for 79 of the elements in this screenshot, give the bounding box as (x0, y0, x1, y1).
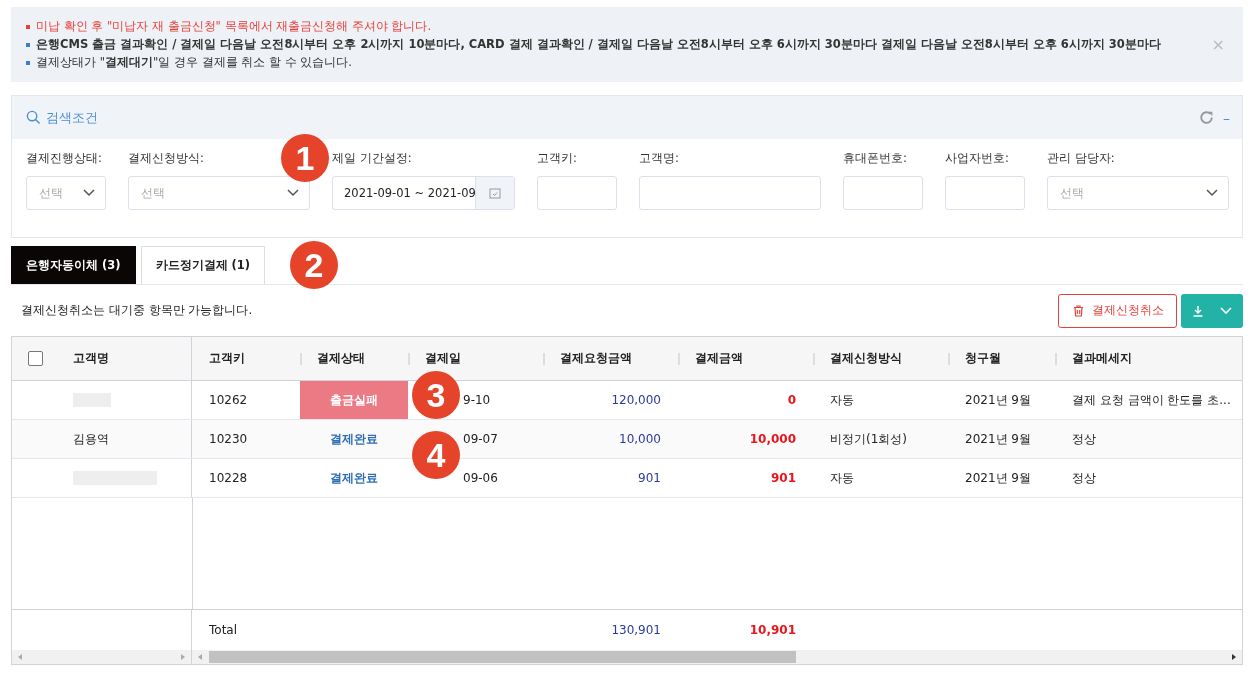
status-label: 출금실패 (300, 381, 408, 419)
table-cell: 120,000 (611, 393, 661, 407)
chevron-down-icon (1206, 189, 1218, 197)
arrow-left-icon[interactable] (197, 654, 203, 660)
callout-badge: 3 (412, 371, 460, 419)
input-field[interactable] (639, 176, 821, 210)
input-field[interactable] (843, 176, 923, 210)
field-label: 고객명: (639, 151, 680, 166)
input-field[interactable] (945, 176, 1025, 210)
column-header: 결제신청방식 (830, 350, 902, 367)
notice-text: 결제상태가 "결제대기"일 경우 결제를 취소 할 수 있습니다. (36, 55, 352, 70)
table-cell: 김용역 (73, 430, 109, 448)
table-cell: 2021년 9월 (965, 430, 1031, 448)
table-cell: 비정기(1회성) (830, 430, 907, 448)
select-field[interactable]: 선택 (128, 176, 310, 210)
trash-icon (1073, 304, 1084, 317)
cancel-button[interactable]: 결제신청취소 (1058, 293, 1177, 328)
field-label: 결제진행상태: (26, 151, 103, 166)
hint-text: 결제신청취소는 대기중 항목만 가능합니다. (21, 302, 253, 319)
chevron-down-icon (1220, 306, 1232, 315)
table-cell: 자동 (830, 391, 854, 409)
table-cell: 9-10 (463, 393, 491, 407)
table-cell: 09-06 (463, 471, 498, 485)
column-header: 고객명 (73, 350, 109, 367)
status-label: 결제완료 (329, 430, 379, 448)
chevron-down-icon (83, 189, 95, 197)
chevron-down-icon (287, 189, 299, 197)
select-field[interactable]: 선택 (26, 176, 106, 210)
column-header: 고객키 (209, 350, 245, 367)
close-button[interactable]: × (1211, 35, 1225, 54)
table-cell: 901 (770, 471, 796, 485)
arrow-right-icon[interactable] (1231, 654, 1237, 660)
table-cell: 901 (638, 471, 661, 485)
field-label: 사업자번호: (945, 151, 1010, 166)
table-cell: 결제 요청 금액이 한도를 초... (1072, 391, 1231, 409)
table-cell: 2021년 9월 (965, 469, 1031, 487)
search-icon (26, 110, 41, 125)
field-label: 제일 기간설정: (332, 151, 413, 166)
column-header: 청구월 (965, 350, 1001, 367)
notice-text: 은행CMS 출금 결과확인 / 결제일 다음날 오전8시부터 오후 2시까지 10분마다, CARD 결제 결과확인 / 결제일 다음날 오전8시부터 오후 6시까지 30분마다 결제일 다음날 오전8시부터 오후 6시까지 30분마다 (36, 37, 1161, 52)
column-header: 결제일 (425, 350, 461, 367)
table-cell: 10262 (209, 393, 248, 407)
field-label: 휴대폰번호: (843, 151, 908, 166)
table-cell: 10,000 (619, 432, 661, 446)
status-label: 결제완료 (329, 469, 379, 487)
tab[interactable]: 은행자동이체 (3) (11, 246, 136, 284)
callout-badge: 4 (412, 431, 460, 479)
table-cell: 2021년 9월 (965, 391, 1031, 409)
field-label: 고객키: (537, 151, 578, 166)
checkbox[interactable] (28, 351, 43, 366)
field-label: 관리 담당자: (1047, 151, 1116, 166)
column-header: 결제요청금액 (560, 350, 632, 367)
column-header: 결과메세지 (1072, 350, 1132, 367)
table-cell: 130,901 (611, 623, 661, 637)
table-cell: 10230 (209, 432, 248, 446)
refresh-icon[interactable] (1198, 109, 1215, 126)
tab[interactable]: 카드정기결제 (1) (140, 246, 266, 284)
collapse-button[interactable]: – (1223, 109, 1230, 126)
table-cell: 10228 (209, 471, 248, 485)
table-cell: 정상 (1072, 430, 1096, 448)
notice-text: 미납 확인 후 "미납자 재 출금신청" 목록에서 재출금신청해 주셔야 합니다. (36, 19, 432, 34)
column-header: 결제금액 (695, 350, 743, 367)
table-cell: 자동 (830, 469, 854, 487)
download-button[interactable] (1181, 293, 1243, 328)
arrow-left-icon[interactable] (17, 654, 23, 660)
total-label: Total (209, 623, 238, 637)
table-cell: 10,000 (749, 432, 796, 446)
column-header: 결제상태 (317, 350, 365, 367)
field-label: 결제신청방식: (128, 151, 205, 166)
input-field[interactable] (537, 176, 617, 210)
download-icon (1192, 304, 1204, 317)
table-cell: 09-07 (463, 432, 498, 446)
callout-badge: 2 (290, 241, 338, 289)
table-cell: 10,901 (749, 623, 796, 637)
select-field[interactable]: 선택 (1047, 176, 1229, 210)
callout-badge: 1 (281, 134, 329, 182)
table-cell: 정상 (1072, 469, 1096, 487)
table-cell: 0 (787, 393, 796, 407)
search-title: 검색조건 (46, 108, 98, 127)
